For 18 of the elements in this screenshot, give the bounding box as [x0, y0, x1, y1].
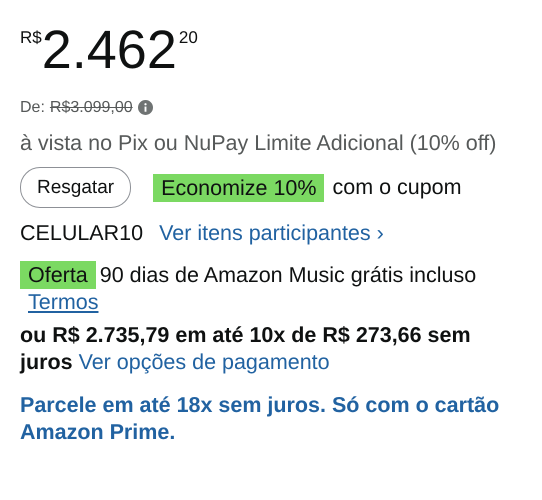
price-cents: 20: [178, 28, 198, 48]
currency-symbol: R$: [20, 28, 42, 48]
offer-badge: Oferta: [20, 261, 96, 289]
list-price: R$3.099,00: [50, 98, 133, 118]
list-price-label: De:: [20, 98, 45, 118]
payment-options-link[interactable]: Ver opções de pagamento: [78, 350, 330, 374]
info-icon[interactable]: [138, 100, 153, 115]
installment-text: ou R$ 2.735,79 em até 10x de R$ 273,66 sem juros Ver opções de pagamento: [20, 322, 472, 376]
coupon-text: com o cupom: [332, 174, 462, 201]
price-whole: 2.462: [42, 20, 177, 80]
terms-link[interactable]: Termos: [28, 290, 98, 314]
prime-card-link[interactable]: Parcele em até 18x sem juros. Só com o cartão Amazon Prime.: [20, 392, 505, 446]
payment-note: à vista no Pix ou NuPay Limite Adicional (10% off): [20, 130, 498, 157]
offer-text: 90 dias de Amazon Music grátis incluso: [100, 263, 476, 287]
participating-items-link[interactable]: Ver itens participantes ›: [159, 220, 384, 247]
coupon-code: CELULAR10: [20, 220, 144, 247]
offer-badge: Economize 10%: [153, 174, 324, 202]
redeem-button[interactable]: Resgatar: [20, 167, 132, 208]
